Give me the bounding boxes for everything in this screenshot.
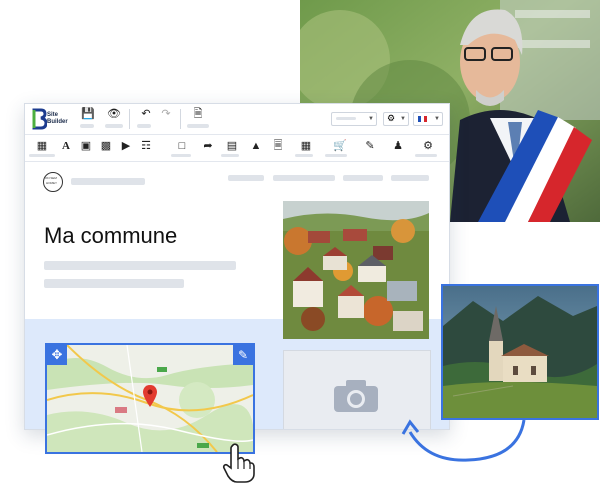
- site-name-placeholder: [71, 178, 145, 185]
- settings-select[interactable]: ⚙ ▼: [383, 112, 409, 126]
- label-placeholder: [295, 154, 313, 157]
- curved-arrow-icon: [401, 419, 526, 462]
- image-icon[interactable]: ▣: [79, 140, 93, 152]
- map-widget[interactable]: ✥ ✎: [45, 343, 255, 454]
- settings-icon[interactable]: ⚙: [421, 140, 435, 152]
- church-photo[interactable]: [441, 284, 599, 420]
- insert-toolbar: ▦ A ▣ ▩ ▶ ☶ □ ➦ ▤ ▲ 🗏 ▦ 🛒 ✎ ♟ ⚙: [25, 134, 449, 162]
- label-placeholder: [171, 154, 191, 157]
- nav-item[interactable]: [391, 175, 429, 181]
- save-icon[interactable]: 💾: [81, 108, 95, 120]
- site-logo-text-2: HOMEY: [46, 181, 58, 185]
- save-label-placeholder: [80, 124, 94, 128]
- undo-icon[interactable]: ↶: [139, 108, 153, 120]
- redo-icon[interactable]: ↷: [159, 108, 173, 120]
- nav-item[interactable]: [343, 175, 383, 181]
- form-icon[interactable]: ▤: [225, 140, 239, 152]
- text-placeholder: [44, 261, 236, 270]
- share-icon[interactable]: ➦: [201, 140, 215, 152]
- section-icon[interactable]: ▦: [35, 140, 49, 152]
- nav-item[interactable]: [273, 175, 335, 181]
- preview-icon[interactable]: 👁: [107, 108, 121, 120]
- text-icon[interactable]: A: [59, 140, 73, 152]
- main-toolbar: Site Builder 💾 👁 ↶ ↷ 🗎 ▼ ⚙ ▼ ▼: [25, 104, 449, 135]
- undo-label-placeholder: [137, 124, 151, 128]
- page-icon[interactable]: 🗎: [191, 108, 205, 120]
- site-logo-text-1: ON SEM: [45, 176, 57, 180]
- video-icon[interactable]: ▶: [119, 140, 133, 152]
- page-select[interactable]: ▼: [331, 112, 377, 126]
- cart-icon[interactable]: 🛒: [333, 140, 347, 152]
- village-image[interactable]: [283, 201, 429, 339]
- text-placeholder: [44, 279, 184, 288]
- site-logo: ON SEM HOMEY: [43, 172, 63, 192]
- map-icon[interactable]: ☶: [139, 140, 153, 152]
- map-pin-icon: [143, 385, 157, 407]
- toolbar-divider: [129, 109, 130, 129]
- gear-icon: ⚙: [387, 113, 396, 123]
- hand-cursor-icon: [222, 443, 255, 483]
- edit-icon[interactable]: ✎: [363, 140, 377, 152]
- embed-icon[interactable]: ▦: [299, 140, 313, 152]
- toolbar-divider: [180, 109, 181, 129]
- site-builder-logo: Site Builder: [31, 108, 68, 130]
- label-placeholder: [29, 154, 55, 157]
- pencil-icon[interactable]: ✎: [233, 345, 253, 365]
- members-icon[interactable]: ♟: [391, 140, 405, 152]
- page-title[interactable]: Ma commune: [44, 223, 177, 249]
- logo-text-line2: Builder: [47, 119, 68, 125]
- label-placeholder: [325, 154, 347, 157]
- sitemap-icon[interactable]: ▲: [249, 140, 263, 152]
- fr-flag-icon: [418, 116, 427, 122]
- nav-item[interactable]: [228, 175, 264, 181]
- label-placeholder: [415, 154, 437, 157]
- language-select[interactable]: ▼: [413, 112, 443, 126]
- document-icon[interactable]: 🗏: [271, 140, 285, 152]
- logo-text-line1: Site: [47, 112, 59, 118]
- container-icon[interactable]: □: [175, 140, 189, 152]
- logo-mark-icon: [32, 108, 48, 130]
- page-label-placeholder: [187, 124, 209, 128]
- camera-icon: [334, 380, 378, 412]
- gallery-icon[interactable]: ▩: [99, 140, 113, 152]
- label-placeholder: [221, 154, 239, 157]
- preview-label-placeholder: [105, 124, 123, 128]
- move-icon[interactable]: ✥: [47, 345, 67, 365]
